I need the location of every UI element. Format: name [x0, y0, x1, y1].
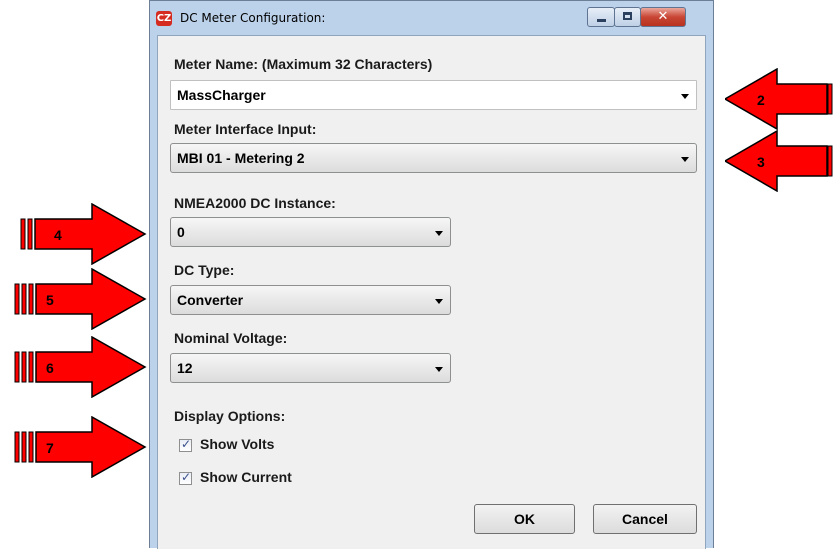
meter-name-label: Meter Name: (Maximum 32 Characters): [174, 56, 433, 72]
cancel-button[interactable]: Cancel: [593, 504, 697, 534]
annotation-label-4: 4: [54, 227, 62, 243]
chevron-down-icon[interactable]: [681, 157, 689, 162]
annotation-label-3: 3: [757, 154, 765, 170]
dc-instance-value: 0: [177, 224, 185, 240]
meter-name-value: MassCharger: [177, 87, 266, 103]
maximize-button[interactable]: [614, 7, 641, 27]
show-current-checkbox[interactable]: ✓: [179, 470, 192, 485]
meter-name-combobox[interactable]: MassCharger: [170, 80, 697, 110]
dc-instance-label: NMEA2000 DC Instance:: [174, 195, 336, 211]
nominal-voltage-value: 12: [177, 360, 193, 376]
chevron-down-icon[interactable]: [435, 231, 443, 236]
chevron-down-icon[interactable]: [435, 299, 443, 304]
annotation-label-2: 2: [757, 92, 765, 108]
interface-input-value: MBI 01 - Metering 2: [177, 150, 305, 166]
interface-input-select[interactable]: MBI 01 - Metering 2: [170, 143, 697, 173]
annotation-arrow-5: 5: [14, 268, 147, 330]
chevron-down-icon[interactable]: [681, 94, 689, 99]
annotation-arrow-3: 3: [725, 130, 833, 192]
annotation-arrow-2: 2: [725, 68, 833, 130]
annotation-label-5: 5: [46, 292, 54, 308]
annotation-arrow-7: 7: [14, 416, 147, 478]
dialog-window: CZ DC Meter Configuration: ✕ Meter Name:…: [149, 0, 714, 549]
show-current-label[interactable]: Show Current: [200, 469, 292, 485]
annotation-label-7: 7: [46, 440, 54, 456]
interface-input-label: Meter Interface Input:: [174, 121, 317, 137]
annotation-label-6: 6: [46, 360, 54, 376]
minimize-button[interactable]: [587, 7, 615, 27]
dc-instance-select[interactable]: 0: [170, 217, 451, 247]
dc-type-label: DC Type:: [174, 262, 235, 278]
dialog-body: Meter Name: (Maximum 32 Characters) Mass…: [157, 35, 706, 549]
minimize-icon: [597, 19, 606, 22]
window-title: DC Meter Configuration:: [180, 11, 326, 25]
dc-type-value: Converter: [177, 292, 244, 308]
dc-type-select[interactable]: Converter: [170, 285, 451, 315]
checkmark-icon: ✓: [181, 437, 192, 451]
close-icon: ✕: [657, 9, 669, 24]
title-bar[interactable]: CZ DC Meter Configuration: ✕: [150, 1, 713, 35]
display-options-label: Display Options:: [174, 408, 286, 424]
checkmark-icon: ✓: [181, 470, 192, 484]
maximize-icon: [623, 12, 632, 20]
chevron-down-icon[interactable]: [435, 367, 443, 372]
annotation-arrow-4: 4: [20, 203, 147, 265]
show-volts-label[interactable]: Show Volts: [200, 436, 274, 452]
annotation-arrow-6: 6: [14, 336, 147, 398]
ok-button[interactable]: OK: [474, 504, 575, 534]
nominal-voltage-label: Nominal Voltage:: [174, 330, 288, 346]
close-button[interactable]: ✕: [640, 7, 686, 27]
app-icon: CZ: [156, 11, 172, 26]
show-volts-checkbox[interactable]: ✓: [179, 437, 192, 452]
nominal-voltage-select[interactable]: 12: [170, 353, 451, 383]
